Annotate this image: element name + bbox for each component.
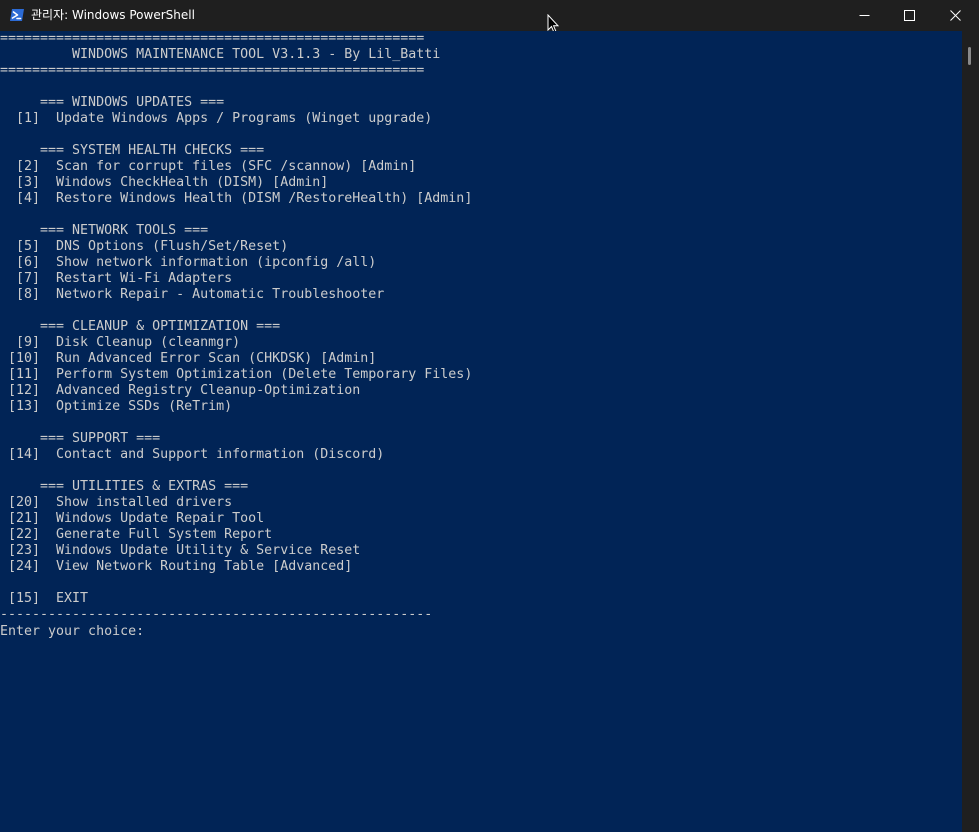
console-line: [14] Contact and Support information (Di…	[0, 447, 385, 462]
console-line: === CLEANUP & OPTIMIZATION ===	[0, 319, 281, 334]
input-prompt: Enter your choice:	[0, 624, 145, 639]
powershell-window: 관리자: Windows PowerShell ================…	[0, 0, 979, 832]
title-bar[interactable]: 관리자: Windows PowerShell	[0, 0, 979, 31]
console-line: [11] Perform System Optimization (Delete…	[0, 367, 473, 382]
console-line: [1] Update Windows Apps / Programs (Wing…	[0, 111, 433, 126]
console-line: [12] Advanced Registry Cleanup-Optimizat…	[0, 383, 361, 398]
console-line: [4] Restore Windows Health (DISM /Restor…	[0, 191, 473, 206]
console-lines: ========================================…	[0, 31, 472, 623]
console-line: [23] Windows Update Utility & Service Re…	[0, 543, 361, 558]
maximize-button[interactable]	[886, 0, 932, 31]
minimize-button[interactable]	[841, 0, 887, 31]
maximize-icon	[904, 10, 915, 21]
console-output[interactable]: ========================================…	[0, 31, 962, 832]
scrollbar-thumb[interactable]	[968, 47, 971, 65]
console-line: [21] Windows Update Repair Tool	[0, 511, 265, 526]
console-line: [7] Restart Wi-Fi Adapters	[0, 271, 233, 286]
minimize-icon	[859, 15, 870, 16]
console-line: WINDOWS MAINTENANCE TOOL V3.1.3 - By Lil…	[0, 47, 441, 62]
console-line: [15] EXIT	[0, 591, 89, 606]
vertical-scrollbar[interactable]	[962, 31, 979, 832]
console-line: [10] Run Advanced Error Scan (CHKDSK) [A…	[0, 351, 377, 366]
console-line: === SUPPORT ===	[0, 431, 161, 446]
console-line: [13] Optimize SSDs (ReTrim)	[0, 399, 233, 414]
console-line: ========================================…	[0, 63, 425, 78]
console-line: [20] Show installed drivers	[0, 495, 233, 510]
console-line: ========================================…	[0, 31, 425, 46]
console-line: ----------------------------------------…	[0, 607, 433, 622]
console-line: === SYSTEM HEALTH CHECKS ===	[0, 143, 265, 158]
window-title: 관리자: Windows PowerShell	[31, 8, 195, 22]
input-prompt-line[interactable]: Enter your choice:	[0, 623, 152, 639]
console-line: [8] Network Repair - Automatic Troublesh…	[0, 287, 385, 302]
console-line: [22] Generate Full System Report	[0, 527, 273, 542]
console-line: [3] Windows CheckHealth (DISM) [Admin]	[0, 175, 329, 190]
console-line: [24] View Network Routing Table [Advance…	[0, 559, 353, 574]
console-line: [6] Show network information (ipconfig /…	[0, 255, 377, 270]
console-line: === WINDOWS UPDATES ===	[0, 95, 225, 110]
console-line: [9] Disk Cleanup (cleanmgr)	[0, 335, 241, 350]
console-line: === UTILITIES & EXTRAS ===	[0, 479, 249, 494]
text-cursor	[144, 623, 152, 637]
console-line: === NETWORK TOOLS ===	[0, 223, 209, 238]
powershell-icon	[9, 8, 25, 22]
console-line: [2] Scan for corrupt files (SFC /scannow…	[0, 159, 417, 174]
console-line: [5] DNS Options (Flush/Set/Reset)	[0, 239, 289, 254]
close-icon	[950, 10, 961, 21]
close-button[interactable]	[932, 0, 978, 31]
